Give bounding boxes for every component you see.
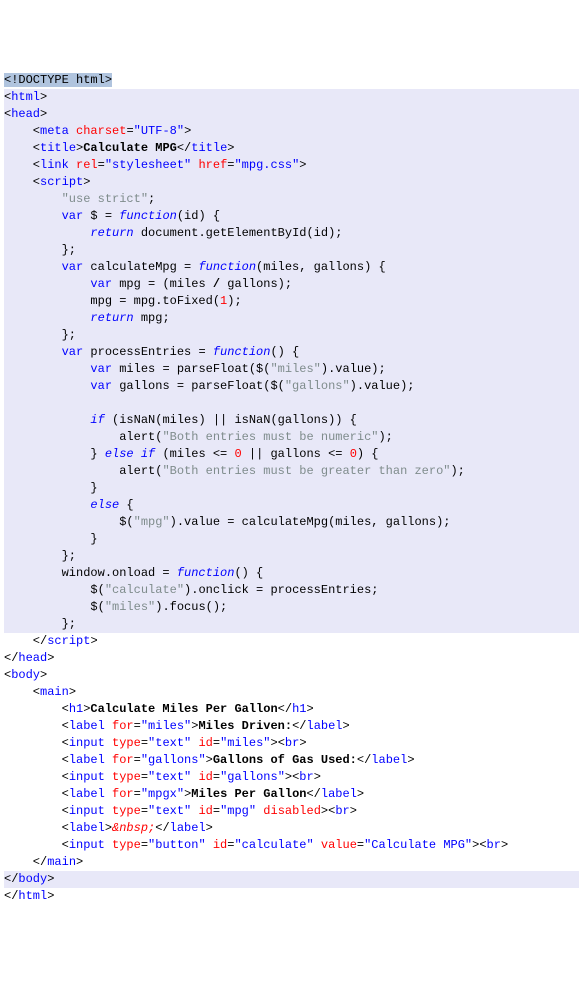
code-line: </main>: [4, 854, 579, 871]
code-line: <input type="button" id="calculate" valu…: [4, 837, 579, 854]
code-line: alert("Both entries must be greater than…: [4, 463, 579, 480]
code-line: alert("Both entries must be numeric");: [4, 429, 579, 446]
code-line: </head>: [4, 650, 579, 667]
code-line: var gallons = parseFloat($("gallons").va…: [4, 378, 579, 395]
code-line: <label for="gallons">Gallons of Gas Used…: [4, 752, 579, 769]
code-editor: <!DOCTYPE html><html><head> <meta charse…: [4, 72, 579, 905]
code-line: <body>: [4, 667, 579, 684]
code-line: "use strict";: [4, 191, 579, 208]
code-line: return document.getElementById(id);: [4, 225, 579, 242]
code-line: <html>: [4, 89, 579, 106]
code-line: };: [4, 242, 579, 259]
code-line: <link rel="stylesheet" href="mpg.css">: [4, 157, 579, 174]
code-line: </html>: [4, 888, 579, 905]
code-line: } else if (miles <= 0 || gallons <= 0) {: [4, 446, 579, 463]
code-line: </script>: [4, 633, 579, 650]
code-line: window.onload = function() {: [4, 565, 579, 582]
code-line: <script>: [4, 174, 579, 191]
code-line: <main>: [4, 684, 579, 701]
code-line: <input type="text" id="gallons"><br>: [4, 769, 579, 786]
code-line: <h1>Calculate Miles Per Gallon</h1>: [4, 701, 579, 718]
code-line: return mpg;: [4, 310, 579, 327]
code-line: <label for="miles">Miles Driven:</label>: [4, 718, 579, 735]
code-line: if (isNaN(miles) || isNaN(gallons)) {: [4, 412, 579, 429]
code-line: var mpg = (miles / gallons);: [4, 276, 579, 293]
code-line: };: [4, 548, 579, 565]
code-line: <input type="text" id="mpg" disabled><br…: [4, 803, 579, 820]
code-line: }: [4, 531, 579, 548]
code-line: </body>: [4, 871, 579, 888]
code-line: };: [4, 327, 579, 344]
code-line: var processEntries = function() {: [4, 344, 579, 361]
code-line: <meta charset="UTF-8">: [4, 123, 579, 140]
code-line: };: [4, 616, 579, 633]
code-line: <title>Calculate MPG</title>: [4, 140, 579, 157]
code-line: mpg = mpg.toFixed(1);: [4, 293, 579, 310]
code-line: $("mpg").value = calculateMpg(miles, gal…: [4, 514, 579, 531]
code-line: <label for="mpgx">Miles Per Gallon</labe…: [4, 786, 579, 803]
code-line: }: [4, 480, 579, 497]
code-line: else {: [4, 497, 579, 514]
code-line: <head>: [4, 106, 579, 123]
code-line: <input type="text" id="miles"><br>: [4, 735, 579, 752]
code-line: var miles = parseFloat($("miles").value)…: [4, 361, 579, 378]
code-line: var $ = function(id) {: [4, 208, 579, 225]
code-line: <!DOCTYPE html>: [4, 72, 579, 89]
code-line: var calculateMpg = function(miles, gallo…: [4, 259, 579, 276]
code-line: $("miles").focus();: [4, 599, 579, 616]
code-line: [4, 395, 579, 412]
code-line: $("calculate").onclick = processEntries;: [4, 582, 579, 599]
code-line: <label>&nbsp;</label>: [4, 820, 579, 837]
